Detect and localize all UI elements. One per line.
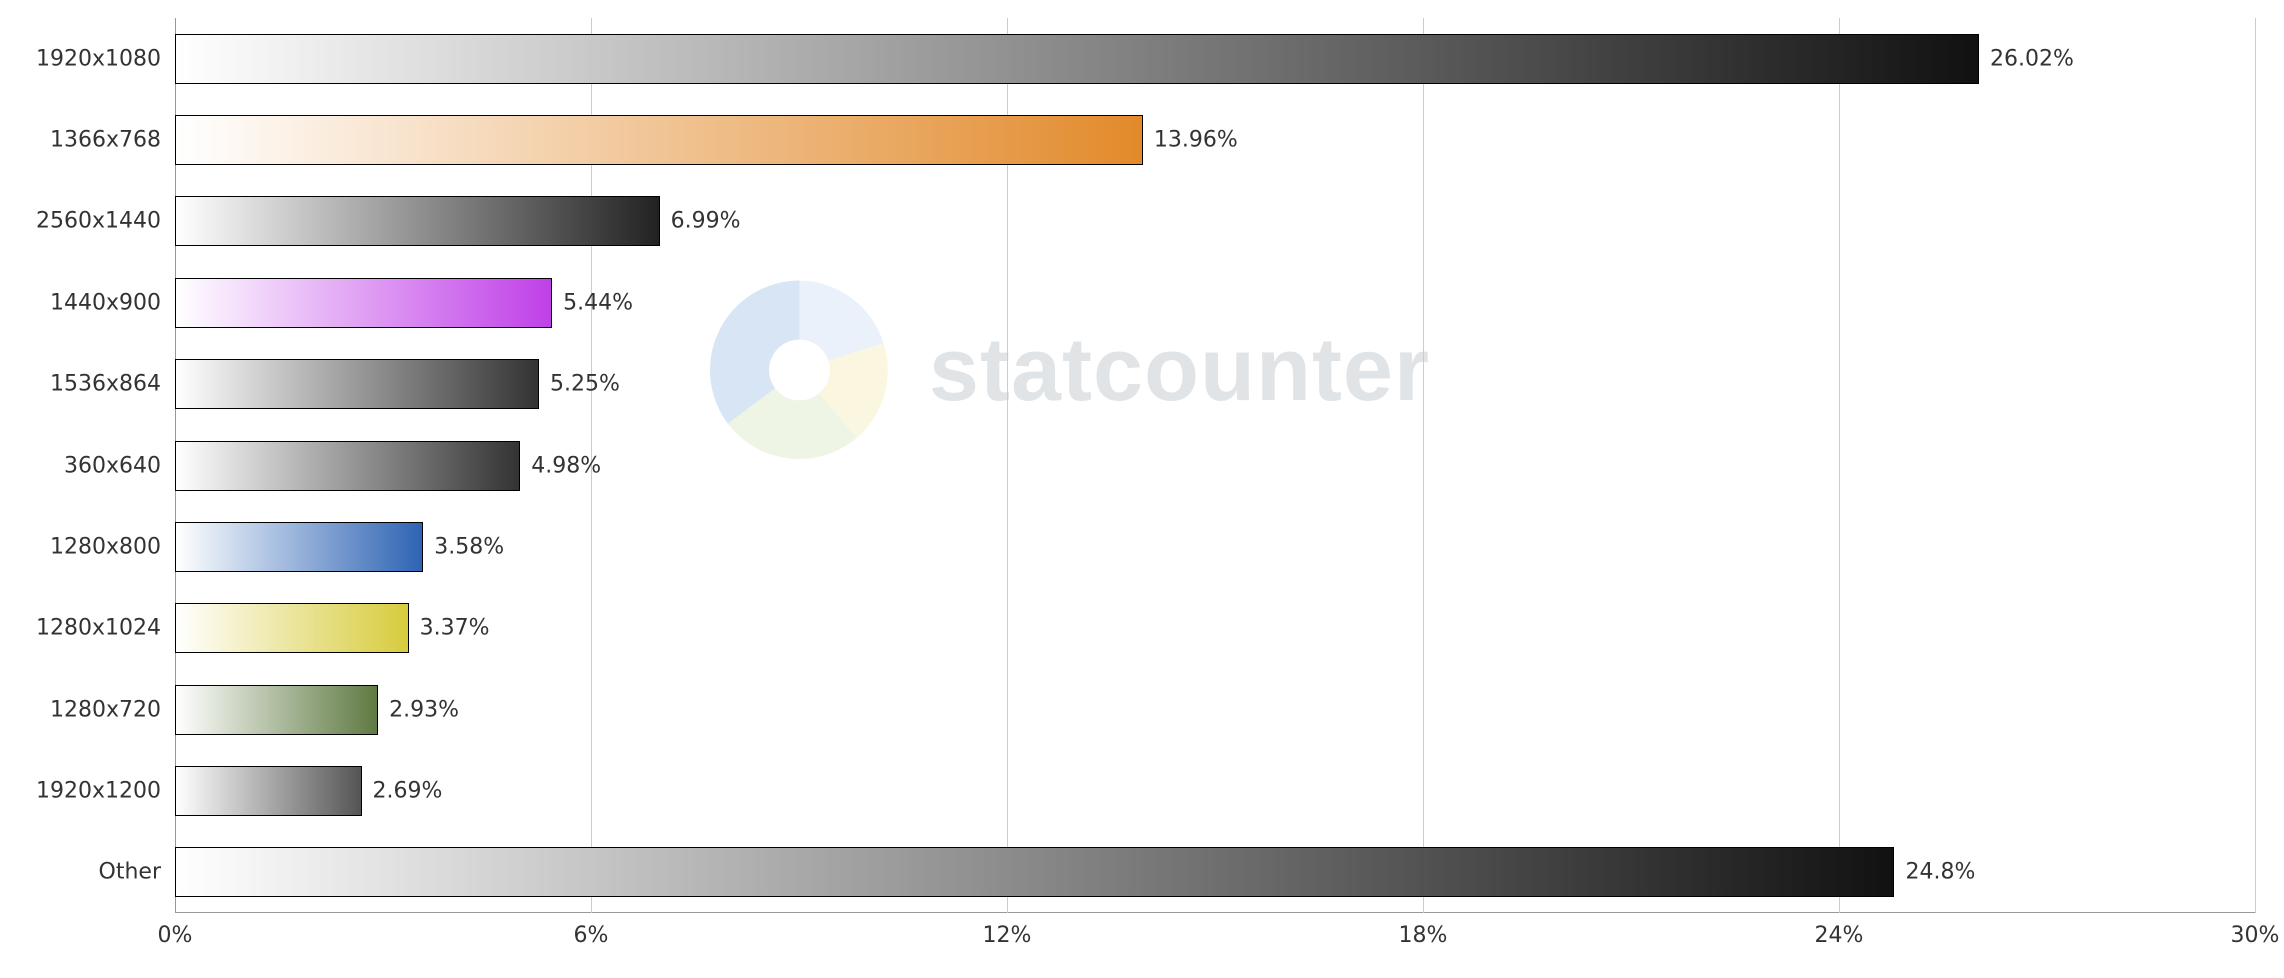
y-tick-label: 360x640 [64, 453, 161, 478]
y-tick-label: Other [99, 860, 161, 885]
y-tick-label: 1536x864 [50, 372, 161, 397]
bar[interactable]: 5.44% [175, 278, 552, 328]
x-tick-label: 18% [1399, 923, 1448, 948]
x-tick-label: 0% [158, 923, 193, 948]
bar-value-label: 6.99% [659, 209, 741, 234]
bar-value-label: 13.96% [1142, 128, 1238, 153]
bar-value-label: 5.25% [538, 372, 620, 397]
bar[interactable]: 4.98% [175, 441, 520, 491]
y-tick-label: 1280x1024 [36, 616, 161, 641]
gridline [1839, 18, 1840, 913]
bar[interactable]: 2.69% [175, 766, 362, 816]
bar-value-label: 26.02% [1978, 46, 2074, 71]
bar[interactable]: 24.8% [175, 847, 1894, 897]
bar[interactable]: 2.93% [175, 685, 378, 735]
bar[interactable]: 26.02% [175, 34, 1979, 84]
plot-area: 0%6%12%18%24%30%1920x108026.02%1366x7681… [175, 18, 2255, 913]
y-tick-label: 1920x1200 [36, 778, 161, 803]
y-tick-label: 1280x800 [50, 534, 161, 559]
x-tick-label: 12% [983, 923, 1032, 948]
y-tick-label: 1366x768 [50, 128, 161, 153]
bar-value-label: 24.8% [1893, 860, 1975, 885]
x-tick-label: 6% [574, 923, 609, 948]
bar-chart: statcounter 0%6%12%18%24%30%1920x108026.… [0, 0, 2284, 978]
x-axis [175, 912, 2255, 913]
y-tick-label: 1440x900 [50, 290, 161, 315]
y-tick-label: 2560x1440 [36, 209, 161, 234]
bar-value-label: 3.37% [408, 616, 490, 641]
x-tick-label: 30% [2231, 923, 2280, 948]
y-tick-label: 1920x1080 [36, 46, 161, 71]
bar[interactable]: 13.96% [175, 115, 1143, 165]
y-tick-label: 1280x720 [50, 697, 161, 722]
bar[interactable]: 3.37% [175, 603, 409, 653]
bar-value-label: 4.98% [519, 453, 601, 478]
x-tick-label: 24% [1815, 923, 1864, 948]
bar-value-label: 2.93% [377, 697, 459, 722]
bar[interactable]: 3.58% [175, 522, 423, 572]
bar[interactable]: 5.25% [175, 359, 539, 409]
bar-value-label: 3.58% [422, 534, 504, 559]
gridline [1423, 18, 1424, 913]
gridline [2255, 18, 2256, 913]
bar-value-label: 5.44% [551, 290, 633, 315]
bar-value-label: 2.69% [361, 778, 443, 803]
bar[interactable]: 6.99% [175, 196, 660, 246]
